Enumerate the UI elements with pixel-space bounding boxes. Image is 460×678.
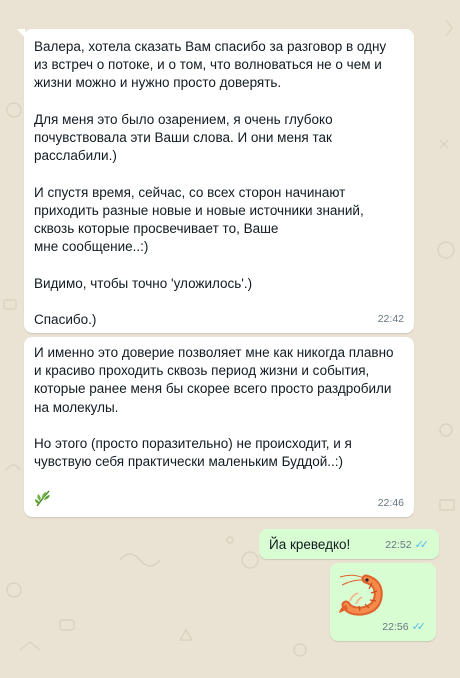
message-paragraph: И именно это доверие позволяет мне как н…: [34, 345, 394, 415]
message-timestamp: 22:46: [377, 496, 404, 509]
message-text: И именно это доверие позволяет мне как н…: [34, 344, 404, 471]
message-meta: 22:42: [378, 310, 404, 328]
message-meta: 22:52 ✓✓: [385, 536, 429, 554]
message-paragraph: Валера, хотела сказать Вам спасибо за ра…: [34, 39, 387, 91]
message-bubble-incoming[interactable]: И именно это доверие позволяет мне как н…: [24, 337, 414, 517]
read-receipt-icon: ✓✓: [411, 620, 427, 633]
message-timestamp: 22:42: [377, 312, 404, 325]
message-bubble-outgoing[interactable]: 22:56 ✓✓: [330, 563, 436, 641]
message-meta: 22:56 ✓✓: [382, 618, 426, 636]
message-paragraph: Спасибо.): [34, 311, 97, 327]
message-meta: 22:46: [378, 494, 404, 512]
shrimp-emoji-icon: [339, 574, 383, 616]
message-text: Йа креведко!: [269, 537, 351, 552]
message-paragraph: И спустя время, сейчас, со всех сторон н…: [34, 184, 364, 255]
message-paragraph: Для меня это было озарением, я очень глу…: [34, 111, 333, 164]
message-paragraph: Видимо, чтобы точно 'уложилось'.): [34, 275, 253, 291]
message-timestamp: 22:52: [385, 538, 412, 551]
herb-emoji-icon: [35, 490, 50, 507]
message-bubble-outgoing[interactable]: Йа креведко! 22:52 ✓✓: [259, 529, 439, 559]
message-timestamp: 22:56: [382, 620, 409, 633]
message-paragraph: Но этого (просто поразительно) не происх…: [34, 436, 352, 470]
message-bubble-incoming[interactable]: Валера, хотела сказать Вам спасибо за ра…: [17, 29, 414, 333]
message-text: Валера, хотела сказать Вам спасибо за ра…: [34, 38, 404, 329]
read-receipt-icon: ✓✓: [414, 538, 430, 551]
